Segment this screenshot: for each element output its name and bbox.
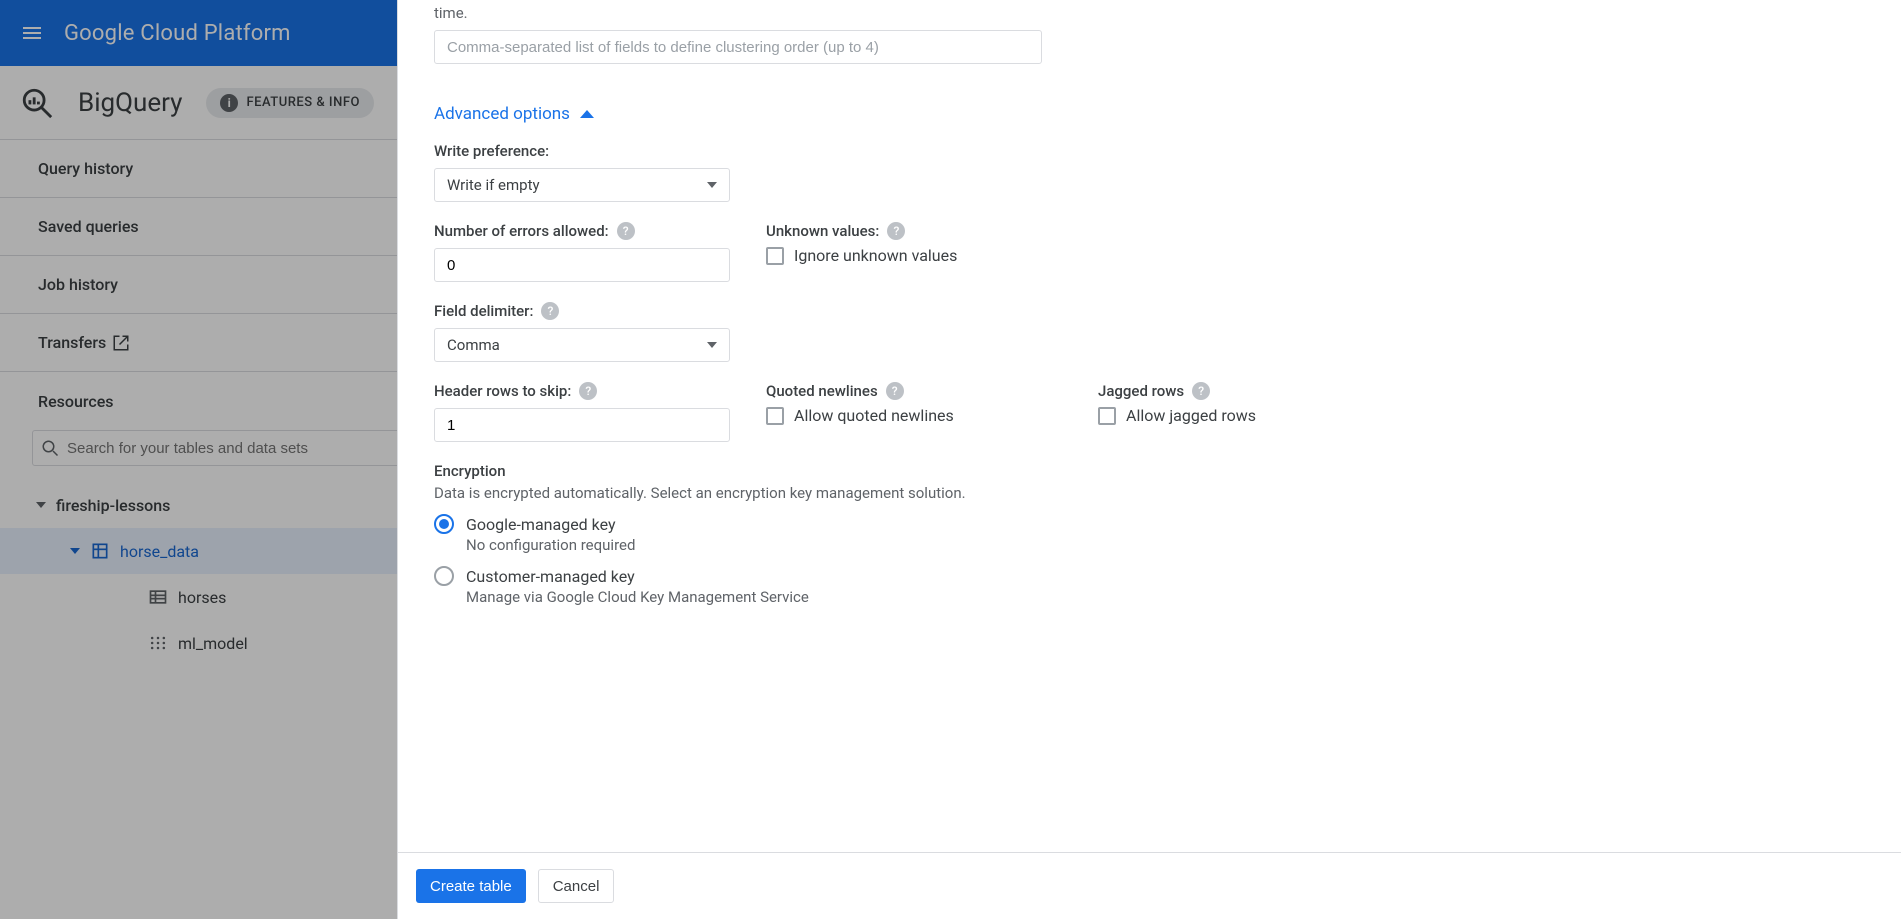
unknown-values-label: Unknown values: [766, 222, 879, 240]
errors-label: Number of errors allowed: [434, 222, 609, 240]
customer-key-radio[interactable] [434, 566, 454, 586]
ignore-unknown-label: Ignore unknown values [794, 246, 957, 265]
quoted-newlines-check-label: Allow quoted newlines [794, 406, 954, 425]
jagged-rows-label: Jagged rows [1098, 382, 1184, 400]
dropdown-caret-icon [707, 182, 717, 188]
help-icon[interactable]: ? [617, 222, 635, 240]
quoted-newlines-label: Quoted newlines [766, 382, 878, 400]
header-rows-label: Header rows to skip: [434, 382, 571, 400]
google-key-radio[interactable] [434, 514, 454, 534]
encryption-title: Encryption [434, 462, 1865, 480]
help-icon[interactable]: ? [1192, 382, 1210, 400]
jagged-rows-check-label: Allow jagged rows [1126, 406, 1256, 425]
write-pref-select[interactable]: Write if empty [434, 168, 730, 202]
customer-key-desc: Manage via Google Cloud Key Management S… [466, 588, 1865, 606]
chevron-up-icon [580, 110, 594, 118]
google-key-label: Google-managed key [466, 515, 616, 534]
encryption-desc: Data is encrypted automatically. Select … [434, 484, 1865, 502]
delimiter-label: Field delimiter: [434, 302, 533, 320]
errors-input[interactable] [434, 248, 730, 282]
cancel-button[interactable]: Cancel [538, 869, 615, 903]
create-table-panel: time. Advanced options Write preference:… [397, 0, 1901, 919]
jagged-rows-checkbox[interactable] [1098, 407, 1116, 425]
cluster-help-text: time. [434, 4, 1865, 22]
advanced-options-label: Advanced options [434, 104, 570, 124]
delimiter-value: Comma [447, 336, 500, 354]
ignore-unknown-checkbox[interactable] [766, 247, 784, 265]
create-table-button[interactable]: Create table [416, 869, 526, 903]
help-icon[interactable]: ? [886, 382, 904, 400]
write-pref-value: Write if empty [447, 176, 540, 194]
panel-footer: Create table Cancel [398, 852, 1901, 919]
clustering-input[interactable] [434, 30, 1042, 64]
modal-scrim[interactable] [0, 0, 397, 919]
help-icon[interactable]: ? [887, 222, 905, 240]
google-key-desc: No configuration required [466, 536, 1865, 554]
delimiter-select[interactable]: Comma [434, 328, 730, 362]
help-icon[interactable]: ? [541, 302, 559, 320]
quoted-newlines-checkbox[interactable] [766, 407, 784, 425]
header-rows-input[interactable] [434, 408, 730, 442]
write-pref-label: Write preference: [434, 142, 1865, 160]
help-icon[interactable]: ? [579, 382, 597, 400]
dropdown-caret-icon [707, 342, 717, 348]
advanced-options-toggle[interactable]: Advanced options [434, 104, 1865, 124]
customer-key-label: Customer-managed key [466, 567, 635, 586]
